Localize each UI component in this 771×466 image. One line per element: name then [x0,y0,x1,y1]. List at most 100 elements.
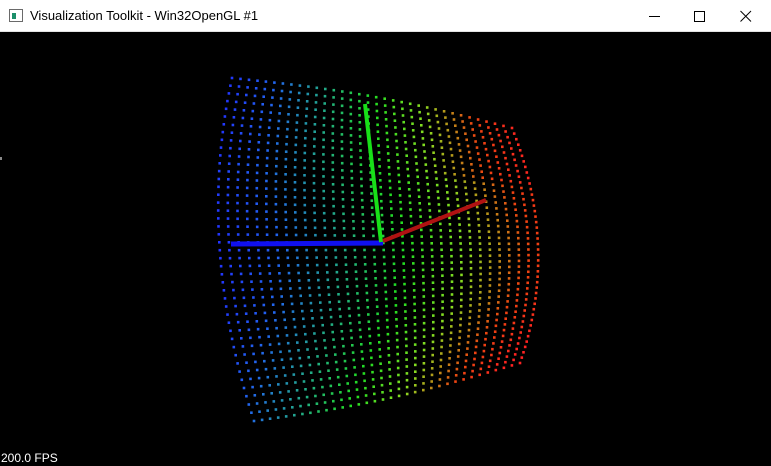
cloud-point [349,321,352,325]
cloud-point [502,190,505,193]
cloud-point [378,355,382,358]
cloud-point [454,185,458,189]
cloud-point [380,376,383,380]
cloud-point [430,242,433,245]
cloud-point [229,329,232,333]
cloud-point [396,160,400,163]
cloud-point [448,357,451,360]
cloud-point [340,104,344,108]
cloud-point [460,267,463,270]
cloud-point [336,375,340,379]
cloud-point [261,295,265,299]
cloud-point [535,226,539,229]
cloud-point [267,335,270,338]
cloud-point [507,242,511,246]
render-viewport[interactable]: 200.0 FPS [0,33,771,466]
cloud-point [454,374,458,377]
minimize-button[interactable] [632,0,678,32]
cloud-point [388,179,392,183]
cloud-point [227,321,231,324]
cloud-point [422,355,426,358]
cloud-point [536,248,540,251]
cloud-point [355,284,359,288]
cloud-point [277,342,281,346]
cloud-point [422,308,426,312]
cloud-point [493,336,496,339]
cloud-point [306,263,309,267]
cloud-point [404,141,407,144]
cloud-point [517,236,520,240]
cloud-point [371,213,374,216]
cloud-point [268,118,272,122]
cloud-point [476,211,480,215]
cloud-point [237,248,241,252]
cloud-point [441,152,445,156]
cloud-point [512,132,516,135]
cloud-point [268,417,272,420]
cloud-point [331,132,335,135]
cloud-point [303,203,307,207]
point-cloud-scene[interactable] [0,33,771,466]
cloud-point [520,325,524,329]
cloud-point [491,183,495,186]
cloud-point [347,389,350,393]
cloud-point [497,236,501,240]
cloud-point [227,233,230,236]
cloud-point [284,157,288,161]
cloud-point [247,248,250,252]
cloud-point [511,327,515,330]
cloud-point [255,186,259,190]
cloud-point [332,338,335,341]
cloud-point [498,254,501,257]
cloud-point [515,299,519,302]
cloud-point [331,153,335,157]
vtk-window-icon[interactable] [9,9,23,22]
cloud-point [367,320,371,323]
cloud-point [276,134,280,138]
cloud-point [409,208,412,211]
cloud-point [322,145,325,149]
cloud-point [450,318,453,322]
cloud-point [322,393,325,397]
cloud-point [229,84,232,87]
cloud-point [401,107,404,111]
close-button[interactable] [723,0,769,32]
cloud-point [274,408,278,411]
cloud-point [320,316,324,319]
cloud-point [503,323,507,326]
cloud-point [465,353,468,356]
cloud-point [322,175,325,178]
maximize-button[interactable] [677,0,723,32]
cloud-point [377,333,381,337]
cloud-point [377,137,380,140]
cloud-point [485,326,489,329]
cloud-point [468,236,472,239]
cloud-point [412,289,416,292]
cloud-point [459,254,463,258]
cloud-point [376,123,379,127]
cloud-point [477,224,481,227]
cloud-point [458,229,462,233]
cloud-point [304,226,307,229]
cloud-point [502,366,506,370]
cloud-point [423,150,426,153]
cloud-point [463,180,467,183]
cloud-point [394,126,397,129]
cloud-point [411,122,414,125]
cloud-point [489,171,493,175]
cloud-point [414,148,417,152]
cloud-point [518,149,522,152]
cloud-point [422,288,425,292]
cloud-point [347,299,350,303]
cloud-point [438,133,442,137]
title-bar[interactable]: Visualization Toolkit - Win32OpenGL #1 [0,0,771,32]
cloud-point [303,144,307,147]
cloud-point [341,205,345,208]
cloud-point [440,242,443,245]
cloud-point [313,123,317,126]
cloud-point [510,126,514,130]
cloud-point [458,336,461,339]
cloud-point [274,202,278,206]
cloud-point [405,358,408,361]
cloud-point [264,401,267,404]
